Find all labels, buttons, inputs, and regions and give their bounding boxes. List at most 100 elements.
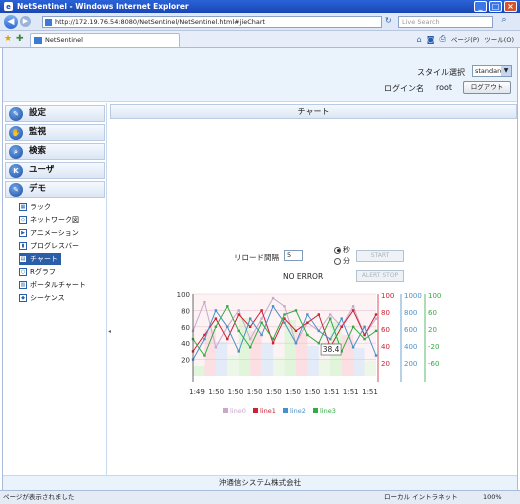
sidebar-item-label: Rグラフ (30, 268, 56, 276)
menu-user[interactable]: K ユーザ (5, 162, 105, 179)
alert-stop-button[interactable]: ALERT STOP (356, 270, 404, 282)
data-point (271, 342, 275, 345)
data-point (214, 309, 218, 312)
forward-button[interactable]: ▶ (20, 16, 31, 27)
data-point (317, 313, 321, 316)
y-tick-label: 60 (381, 326, 390, 334)
home-icon[interactable]: ⌂ (417, 35, 422, 44)
minimize-button[interactable]: _ (474, 1, 487, 12)
y-tick-label: 100 (381, 292, 394, 300)
reload-interval-label: リロード間隔 (234, 253, 279, 262)
sidebar-item-animation[interactable]: ▶ アニメーション (19, 227, 79, 239)
login-user: root (436, 83, 453, 92)
command-bar: ⌂ ◙ ⎙ ページ(P) ツール(O) (417, 34, 514, 44)
network-icon: ◇ (19, 216, 27, 224)
sidebar-item-rack[interactable]: ▦ ラック (19, 201, 51, 213)
radio-dot-checked (334, 246, 341, 254)
data-point (226, 305, 229, 308)
area-block (215, 342, 228, 376)
hand-icon: ✋ (9, 126, 23, 140)
data-point (203, 354, 206, 357)
security-zone: ローカル イントラネット (384, 493, 458, 501)
y-tick-label: 40 (181, 340, 190, 348)
data-point (260, 317, 263, 320)
y-tick-label: 600 (404, 326, 417, 334)
x-tick-label: 1:51 (324, 388, 340, 396)
window-titlebar[interactable]: e NetSentinel - Windows Internet Explore… (0, 0, 520, 13)
data-point (237, 309, 240, 312)
page-menu[interactable]: ページ(P) (451, 34, 479, 44)
data-point (363, 333, 366, 337)
legend-label: line3 (320, 407, 336, 415)
print-icon[interactable]: ⎙ (440, 34, 446, 44)
start-button[interactable]: START (356, 250, 404, 262)
data-point (283, 313, 286, 316)
search-input[interactable]: Live Search (398, 16, 493, 28)
radio-seconds[interactable]: 秒 (334, 245, 350, 255)
address-input[interactable]: http://172.19.76.54:8080/NetSentinel/Net… (42, 16, 382, 28)
style-select-label: スタイル選択 (417, 68, 465, 77)
close-button[interactable]: × (504, 1, 517, 12)
add-favorites-icon[interactable]: ✚ (16, 34, 24, 44)
style-select-value: standard (475, 67, 504, 75)
sidebar-item-network[interactable]: ◇ ネットワーク図 (19, 214, 79, 226)
x-tick-label: 1:49 (189, 388, 205, 396)
legend-label: line1 (260, 407, 276, 415)
data-point (203, 337, 206, 341)
legend-swatch (223, 408, 228, 413)
y-tick-label: -60 (428, 360, 439, 368)
feeds-icon[interactable]: ◙ (427, 35, 435, 44)
favorites-star-icon[interactable]: ★ (4, 34, 12, 44)
tab-netsentinel[interactable]: NetSentinel (30, 33, 180, 47)
data-point (214, 325, 218, 328)
menu-label: 検索 (29, 146, 47, 156)
data-point (306, 333, 309, 337)
sidebar-item-progressbar[interactable]: ▮ プログレスバー (19, 240, 79, 252)
data-point (374, 313, 378, 316)
tooltip-value: 38.4 (323, 345, 340, 354)
sidebar-item-label: ラック (30, 203, 51, 211)
area-block (307, 346, 319, 376)
y-tick-label: 20 (428, 326, 437, 334)
style-select[interactable]: standard ▼ (472, 65, 512, 77)
logout-button[interactable]: ログアウト (463, 81, 511, 94)
data-point (351, 346, 355, 349)
radio-dot (334, 257, 341, 265)
y-tick-label: 400 (404, 343, 417, 351)
web-page: スタイル選択 standard ▼ ログイン名 root ログアウト ✎ 設定 … (2, 48, 518, 490)
sidebar-item-chart[interactable]: ▤ チャート (19, 253, 61, 265)
menu-demo[interactable]: ✎ デモ (5, 181, 105, 198)
menu-settings[interactable]: ✎ 設定 (5, 105, 105, 122)
data-point (260, 321, 263, 324)
status-message: ページが表示されました (3, 493, 75, 501)
sidebar-item-portal-chart[interactable]: ▥ ポータルチャート (19, 279, 86, 291)
tools-menu[interactable]: ツール(O) (484, 34, 514, 44)
reload-interval-input[interactable]: 5 (284, 250, 303, 261)
area-block (261, 344, 274, 376)
search-icon[interactable]: ⌕ (497, 15, 511, 28)
data-point (271, 337, 275, 341)
y-tick-label: 100 (428, 292, 441, 300)
refresh-icon[interactable]: ↻ (385, 16, 392, 25)
wrench-icon: ✎ (9, 183, 23, 197)
sidebar-item-rgraph[interactable]: ○ Rグラフ (19, 266, 56, 278)
legend-label: line0 (230, 407, 246, 415)
menu-label: 設定 (29, 108, 47, 118)
x-tick-label: 1:50 (304, 388, 320, 396)
data-point (340, 317, 343, 320)
data-point (374, 354, 378, 357)
sidebar-item-label: アニメーション (30, 229, 79, 237)
data-point (294, 329, 298, 333)
menu-search[interactable]: ⌕ 検索 (5, 143, 105, 160)
radio-minutes[interactable]: 分 (334, 256, 350, 266)
legend-label: line2 (290, 407, 306, 415)
menu-label: ユーザ (29, 165, 55, 175)
y-tick-label: 1000 (404, 292, 422, 300)
maximize-button[interactable]: □ (489, 1, 502, 12)
data-point (294, 342, 298, 345)
data-point (248, 317, 252, 320)
zoom-level[interactable]: 100% (483, 491, 502, 504)
sidebar-item-sequence[interactable]: ◆ シーケンス (19, 292, 65, 304)
back-button[interactable]: ◀ (4, 14, 18, 29)
menu-monitor[interactable]: ✋ 監視 (5, 124, 105, 141)
